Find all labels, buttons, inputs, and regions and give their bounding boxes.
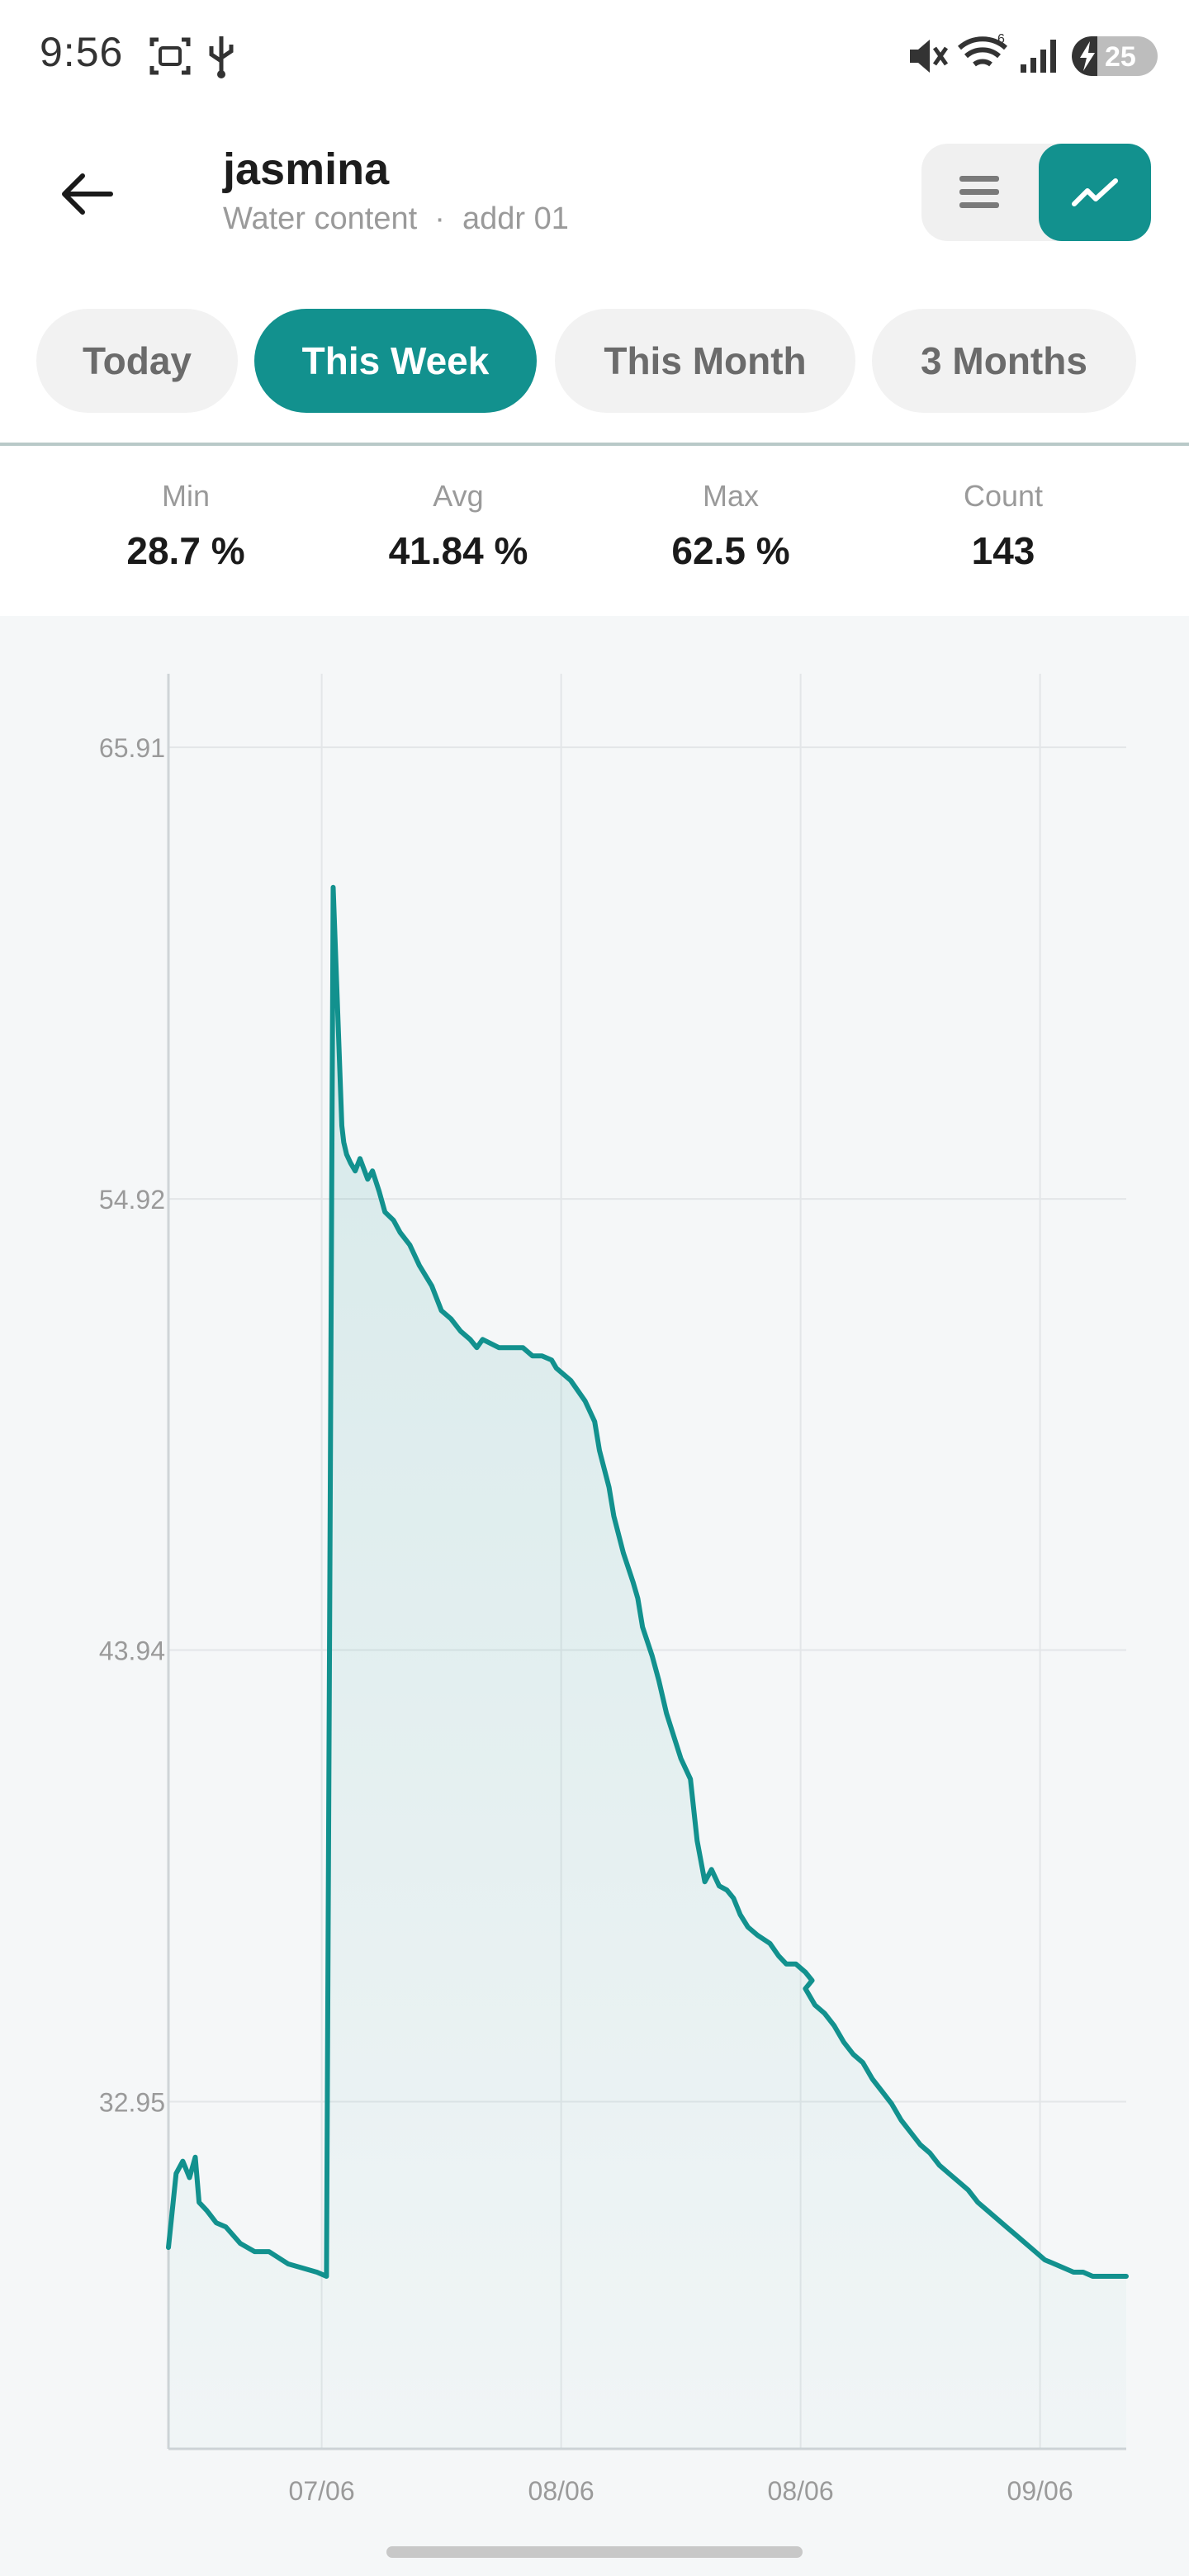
- mute-icon: [910, 40, 948, 73]
- stat-min: Min 28.7 %: [70, 479, 301, 573]
- status-time: 9:56: [40, 29, 124, 75]
- tab-3-months[interactable]: 3 Months: [872, 309, 1136, 413]
- tab-this-week[interactable]: This Week: [254, 309, 537, 413]
- stat-label: Avg: [433, 479, 484, 513]
- list-view-button[interactable]: [921, 144, 1037, 241]
- stat-label: Max: [702, 479, 759, 513]
- menu-icon: [959, 176, 999, 208]
- chart-area: 65.91 54.92 43.94 32.95 07/06 08/06 08/06 09/06: [0, 616, 1189, 2576]
- tabs-divider: [0, 443, 1189, 446]
- svg-text:6: 6: [997, 32, 1005, 46]
- y-tick-label: 32.95: [99, 2087, 165, 2117]
- back-button[interactable]: [50, 157, 124, 231]
- signal-icon: [1021, 40, 1056, 73]
- usb-icon: [209, 36, 234, 78]
- stat-label: Count: [963, 479, 1044, 513]
- page-title: jasmina: [223, 144, 390, 194]
- tab-today[interactable]: Today: [36, 309, 238, 413]
- y-tick-label: 65.91: [99, 733, 165, 763]
- wifi-icon: 6: [958, 32, 1007, 67]
- water-content-chart[interactable]: 65.91 54.92 43.94 32.95 07/06 08/06 08/06 09/06: [0, 616, 1189, 2576]
- chart-view-button[interactable]: [1039, 144, 1151, 241]
- stat-max: Max 62.5 %: [615, 479, 846, 573]
- battery-indicator: 25: [1072, 36, 1158, 76]
- stat-count: Count 143: [888, 479, 1119, 573]
- view-toggle: [921, 144, 1151, 241]
- battery-level: 25: [1105, 41, 1136, 73]
- tab-this-month[interactable]: This Month: [555, 309, 855, 413]
- x-tick-label: 08/06: [768, 2476, 834, 2506]
- x-tick-label: 07/06: [289, 2476, 355, 2506]
- screenshot-icon: [149, 37, 191, 75]
- stat-value: 62.5 %: [671, 529, 790, 572]
- home-indicator[interactable]: [386, 2546, 803, 2558]
- stat-value: 28.7 %: [126, 529, 245, 572]
- y-tick-label: 54.92: [99, 1185, 165, 1215]
- series-area: [168, 887, 1126, 2449]
- x-tick-label: 08/06: [528, 2476, 594, 2506]
- x-tick-label: 09/06: [1007, 2476, 1073, 2506]
- stat-value: 41.84 %: [388, 529, 528, 572]
- y-tick-label: 43.94: [99, 1636, 165, 1666]
- page-subtitle: Water content · addr 01: [223, 201, 569, 236]
- stat-value: 143: [971, 529, 1035, 572]
- stat-label: Min: [161, 479, 210, 513]
- stat-avg: Avg 41.84 %: [343, 479, 574, 573]
- charging-icon: [1080, 41, 1095, 71]
- trending-up-icon: [1072, 178, 1118, 206]
- status-bar: 9:56 6 25: [0, 0, 1189, 116]
- arrow-left-icon: [62, 173, 113, 215]
